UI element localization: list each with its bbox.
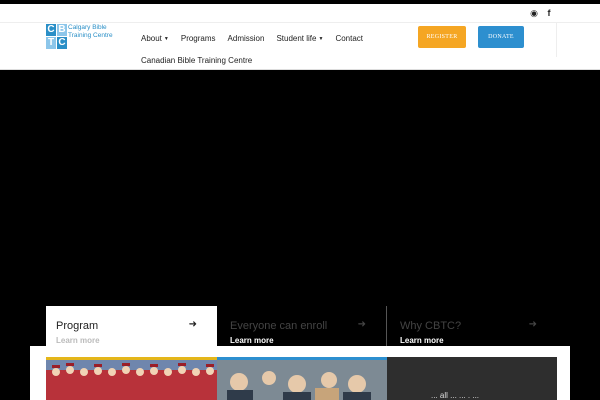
facebook-icon[interactable]: f	[543, 7, 555, 19]
tab-everyone-can-enroll[interactable]: Everyone can enroll Learn more ➜	[217, 306, 386, 346]
info-card[interactable]: ... all ... ... . ...	[387, 357, 557, 400]
utility-bar: ◉ f	[0, 4, 600, 22]
globe-icon[interactable]: ◉	[528, 7, 540, 19]
nav-item-label: About	[141, 34, 162, 43]
site-logo[interactable]: C B T C Calgary Bible Training Centre	[46, 23, 126, 49]
nav-item-admission[interactable]: Admission	[228, 34, 265, 43]
learn-more-link[interactable]: Learn more	[230, 336, 274, 345]
logo-letter-c1: C	[46, 24, 56, 36]
card-caption: ... all ... ... . ...	[431, 391, 480, 400]
logo-text-line2: Training Centre	[68, 32, 113, 39]
graduation-photo[interactable]	[46, 357, 217, 400]
arrow-right-icon: ➜	[188, 319, 197, 330]
logo-letter-c2: C	[57, 37, 67, 49]
tab-title: Why CBTC?	[400, 320, 462, 332]
nav-item-about[interactable]: About ▼	[141, 34, 169, 43]
site-header: C B T C Calgary Bible Training Centre Ab…	[0, 22, 600, 70]
register-button[interactable]: REGISTER	[418, 26, 466, 48]
arrow-right-icon: ➜	[357, 319, 366, 330]
tab-program[interactable]: Program Learn more ➜	[46, 306, 217, 346]
learn-more-link[interactable]: Learn more	[56, 336, 100, 345]
nav-item-student-life[interactable]: Student life ▼	[276, 34, 323, 43]
tab-title: Everyone can enroll	[230, 320, 328, 332]
chevron-down-icon: ▼	[318, 35, 324, 42]
main-nav: About ▼ Programs Admission Student life ▼ …	[141, 34, 375, 43]
learn-more-link[interactable]: Learn more	[400, 336, 444, 345]
graduates-image	[46, 360, 217, 400]
tab-why-cbtc[interactable]: Why CBTC? Learn more ➜	[387, 306, 557, 346]
nav-item-contact[interactable]: Contact	[335, 34, 363, 43]
logo-letter-b: B	[57, 24, 67, 36]
nav-item-label: Contact	[335, 34, 364, 43]
header-divider	[556, 23, 557, 57]
community-photo[interactable]	[217, 357, 387, 400]
arrow-right-icon: ➜	[528, 319, 537, 330]
hero-banner	[0, 71, 600, 306]
nav-item-label: Student life	[276, 34, 317, 43]
logo-letter-t: T	[46, 37, 56, 49]
nav-item-programs[interactable]: Programs	[181, 34, 216, 43]
tab-title: Program	[56, 320, 99, 332]
community-image	[217, 360, 387, 400]
chevron-down-icon: ▼	[163, 35, 169, 42]
nav-item-label: Programs	[180, 34, 216, 43]
donate-button[interactable]: DONATE	[478, 26, 524, 48]
nav-item-canadian-centre[interactable]: Canadian Bible Training Centre	[141, 56, 252, 65]
nav-item-label: Admission	[227, 34, 265, 43]
logo-text-line1: Calgary Bible	[68, 24, 107, 31]
